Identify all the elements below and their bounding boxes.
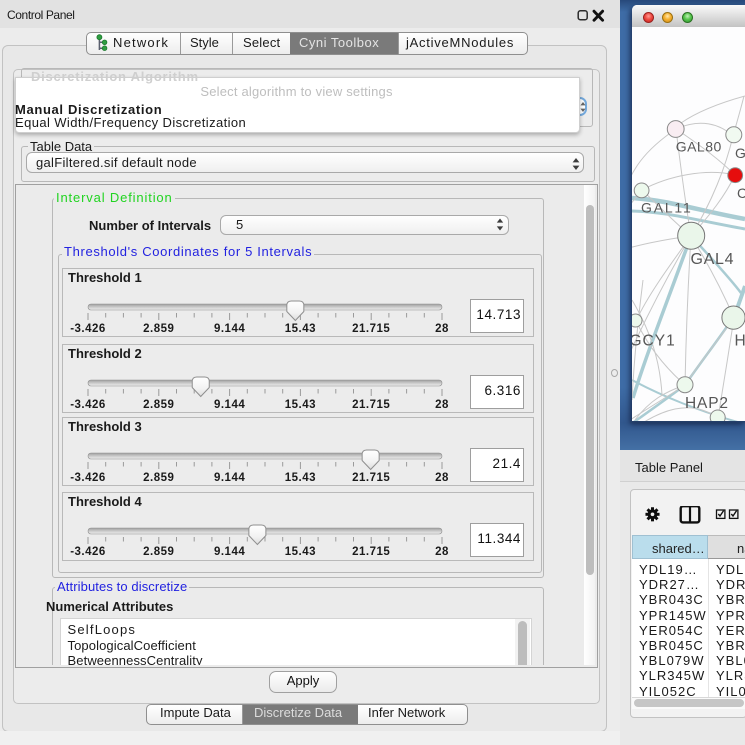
svg-text:GA: GA xyxy=(735,145,745,161)
svg-text:GAL80: GAL80 xyxy=(676,139,722,155)
svg-text:HAP2: HAP2 xyxy=(685,395,729,412)
svg-text:GAL11: GAL11 xyxy=(641,200,693,216)
svg-text:GCY1: GCY1 xyxy=(632,333,676,350)
svg-text:H: H xyxy=(735,333,745,350)
svg-text:C: C xyxy=(737,185,745,201)
svg-text:GAL4: GAL4 xyxy=(691,251,735,268)
